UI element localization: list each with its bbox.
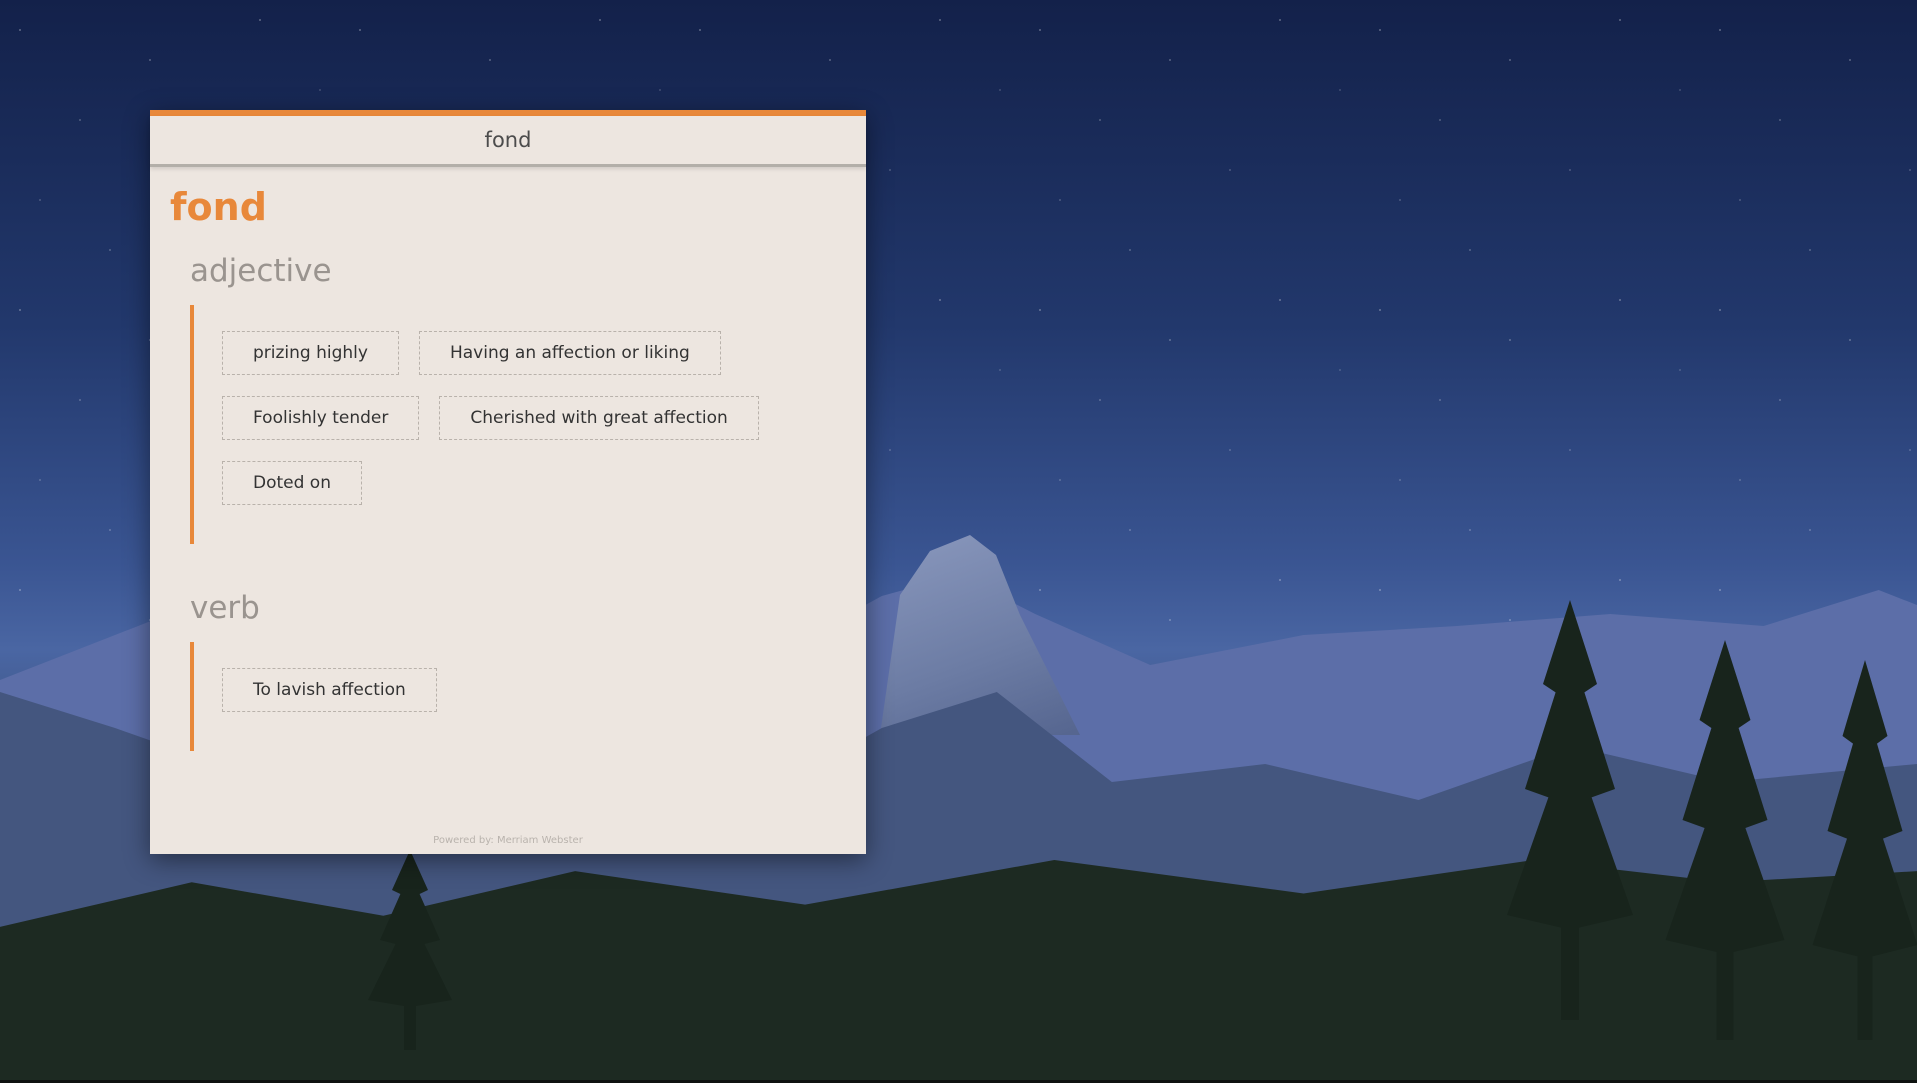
definition-row: To lavish affection	[222, 668, 846, 712]
part-of-speech-label: adjective	[190, 253, 332, 289]
part-of-speech-label: verb	[190, 590, 260, 626]
definition-list: To lavish affection	[190, 642, 846, 751]
verb-section: verb To lavish affection	[190, 588, 846, 751]
window-titlebar[interactable]: fond	[150, 116, 866, 167]
definition-list: prizing highly Having an affection or li…	[190, 305, 846, 544]
window-title: fond	[484, 128, 532, 152]
definition-chip[interactable]: To lavish affection	[222, 668, 437, 712]
definition-row: Doted on	[222, 461, 846, 505]
definition-row: prizing highly Having an affection or li…	[222, 331, 846, 375]
definition-chip[interactable]: Having an affection or liking	[418, 331, 721, 375]
definition-chip[interactable]: Cherished with great affection	[439, 396, 759, 440]
headword: fond	[170, 185, 267, 229]
definition-chip[interactable]: Foolishly tender	[222, 396, 420, 440]
definition-row: Foolishly tender Cherished with great af…	[222, 396, 846, 440]
powered-by-credit: Powered by: Merriam Webster	[433, 835, 583, 846]
dictionary-content: fond adjective prizing highly Having an …	[150, 167, 866, 751]
adjective-section: adjective prizing highly Having an affec…	[190, 251, 846, 544]
definition-chip[interactable]: Doted on	[222, 461, 362, 505]
dictionary-window: fond fond adjective prizing highly Havin…	[150, 110, 866, 854]
definition-chip[interactable]: prizing highly	[222, 331, 399, 375]
